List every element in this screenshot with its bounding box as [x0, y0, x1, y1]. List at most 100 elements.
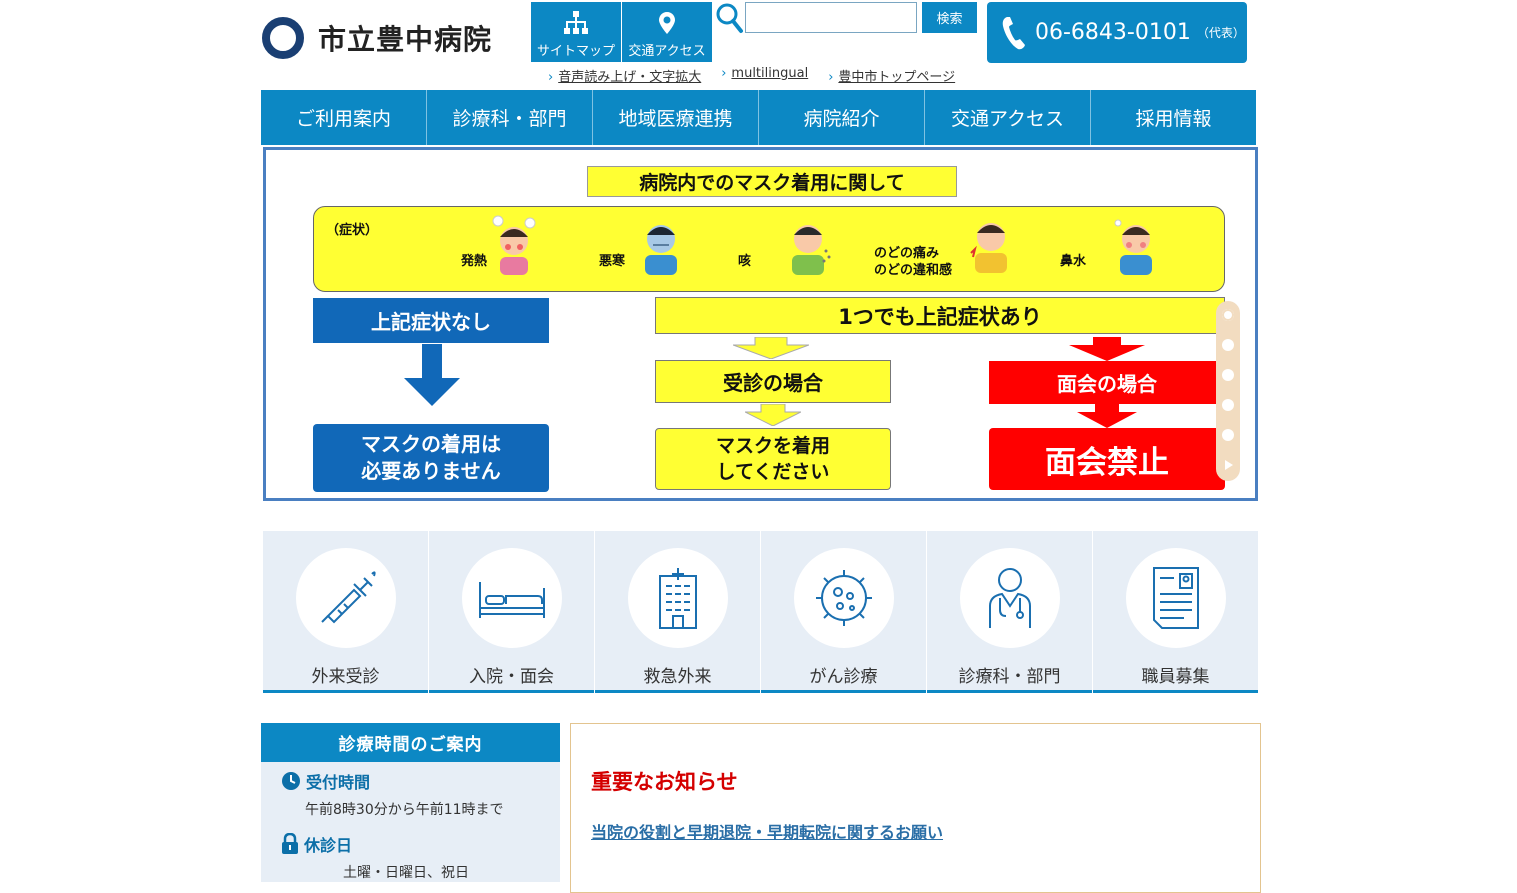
access-label: 交通アクセス [628, 44, 706, 59]
slider-dot-3[interactable] [1222, 369, 1234, 381]
symptoms-box: （症状） 発熱 悪寒 咳 のどの痛み のどの違和感 鼻水 [313, 206, 1225, 292]
arrow-down-icon [745, 404, 801, 426]
multilingual-link-label: multilingual [731, 66, 809, 81]
sitemap-icon [564, 11, 588, 34]
city-top-link[interactable]: › 豊中市トップページ [828, 66, 955, 86]
phone-icon [1002, 16, 1025, 49]
utility-links: › 音声読み上げ・文字拡大 › multilingual › 豊中市トップページ [548, 66, 975, 86]
runny-nose-person-icon [1114, 219, 1152, 275]
slider-dot-2[interactable] [1222, 339, 1234, 351]
no-mask-needed-line1: マスクの着用は [361, 432, 501, 456]
wear-mask-line2: してください [716, 461, 830, 483]
wear-mask-line1: マスクを着用 [715, 435, 830, 457]
tile-inpatient[interactable]: 入院・面会 [429, 531, 594, 693]
tile-outpatient[interactable]: 外来受診 [263, 531, 428, 693]
meeting-label: 面会の場合 [989, 361, 1225, 404]
nav-item-about[interactable]: 病院紹介 [759, 90, 925, 145]
tile-cancer-label: がん診療 [809, 667, 878, 687]
arrow-down-icon [733, 337, 809, 359]
has-symptom-label: 1つでも上記症状あり [655, 297, 1225, 334]
bed-icon [462, 548, 562, 648]
reception-value: 午前8時30分から午前11時まで [305, 802, 504, 818]
symptom-cough: 咳 [738, 254, 752, 269]
tile-recruit-label: 職員募集 [1141, 667, 1210, 687]
search-input[interactable] [745, 2, 917, 33]
symptom-throat-discomfort: のどの違和感 [874, 263, 953, 278]
symptom-fever: 発熱 [461, 254, 488, 269]
closed-row: 休診日 [281, 832, 352, 856]
throat-pain-person-icon [970, 223, 1007, 273]
map-pin-icon [659, 12, 675, 34]
quick-menu: 外来受診 入院・面会 救急外来 がん診療 診療科・部門 職員募集 [263, 531, 1258, 693]
tile-emergency[interactable]: 救急外来 [595, 531, 760, 693]
wear-mask-box: マスクを着用 してください [655, 428, 891, 490]
reception-row: 受付時間 [281, 769, 370, 793]
cell-icon [794, 548, 894, 648]
no-visitors-box: 面会禁止 [989, 428, 1225, 490]
tile-outpatient-label: 外来受診 [311, 667, 380, 687]
no-mask-needed-line2: 必要ありません [361, 459, 501, 483]
access-button[interactable]: 交通アクセス [622, 2, 712, 62]
tile-departments-label: 診療科・部門 [958, 667, 1061, 687]
search-icon [714, 2, 744, 34]
tile-inpatient-label: 入院・面会 [469, 667, 554, 687]
closed-label: 休診日 [304, 836, 353, 855]
important-notice: 重要なお知らせ 当院の役割と早期退院・早期転院に関するお願い [570, 723, 1261, 893]
read-aloud-link[interactable]: › 音声読み上げ・文字拡大 [548, 66, 701, 86]
main-nav: ご利用案内 診療科・部門 地域医療連携 病院紹介 交通アクセス 採用情報 [261, 90, 1256, 145]
no-symptom-label: 上記症状なし [313, 298, 549, 343]
cough-person-icon [792, 225, 831, 275]
nav-item-regional[interactable]: 地域医療連携 [593, 90, 759, 145]
slider-dot-5[interactable] [1222, 429, 1234, 441]
tile-cancer[interactable]: がん診療 [761, 531, 926, 693]
tile-recruit[interactable]: 職員募集 [1093, 531, 1258, 693]
chills-person-icon [645, 225, 677, 275]
closed-value: 土曜・日曜日、祝日 [343, 865, 469, 881]
phone-number: 06-6843-0101 [1035, 20, 1191, 45]
hospital-logo[interactable]: 市立豊中病院 [262, 16, 522, 60]
phone-box: 06-6843-0101 （代表） [987, 2, 1247, 63]
no-mask-needed-box: マスクの着用は 必要ありません [313, 424, 549, 492]
hours-heading: 診療時間のご案内 [261, 723, 560, 762]
logo-text: 市立豊中病院 [318, 23, 493, 56]
search-button[interactable]: 検索 [922, 2, 977, 33]
sitemap-button[interactable]: サイトマップ [531, 2, 621, 62]
nav-item-departments[interactable]: 診療科・部門 [427, 90, 593, 145]
consultation-hours: 診療時間のご案内 受付時間 午前8時30分から午前11時まで 休診日 土曜・日曜… [261, 723, 560, 882]
hospital-building-icon [628, 548, 728, 648]
reception-label: 受付時間 [306, 773, 371, 792]
visit-label: 受診の場合 [655, 360, 891, 403]
clock-icon [282, 772, 300, 790]
doctor-icon [960, 548, 1060, 648]
nav-item-access[interactable]: 交通アクセス [925, 90, 1091, 145]
symptoms-heading: （症状） [326, 223, 379, 238]
chevron-right-icon: › [548, 70, 554, 85]
city-top-link-label: 豊中市トップページ [838, 70, 956, 85]
symptom-sore-throat: のどの痛み [874, 246, 940, 261]
tile-emergency-label: 救急外来 [643, 667, 712, 687]
nav-item-recruit[interactable]: 採用情報 [1091, 90, 1256, 145]
multilingual-link[interactable]: › multilingual [721, 66, 808, 86]
notice-link[interactable]: 当院の役割と早期退院・早期転院に関するお願い [591, 819, 943, 843]
nav-item-guide[interactable]: ご利用案内 [261, 90, 427, 145]
resume-icon [1126, 548, 1226, 648]
phone-note: （代表） [1196, 26, 1245, 40]
sitemap-label: サイトマップ [536, 44, 615, 59]
play-icon[interactable] [1224, 459, 1234, 471]
read-aloud-link-label: 音声読み上げ・文字拡大 [558, 70, 702, 85]
lock-icon [282, 833, 298, 854]
mask-banner[interactable]: 病院内でのマスク着用に関して （症状） 発熱 悪寒 咳 のどの痛み のどの違和感 [263, 147, 1258, 501]
notice-title: 重要なお知らせ [591, 770, 738, 794]
arrow-down-red-icon [1077, 404, 1137, 428]
chevron-right-icon: › [828, 70, 834, 85]
arrow-down-icon [404, 344, 460, 406]
slider-dot-4[interactable] [1222, 399, 1234, 411]
tile-departments[interactable]: 診療科・部門 [927, 531, 1092, 693]
slider-dot-1[interactable] [1222, 309, 1234, 321]
syringe-icon [296, 548, 396, 648]
arrow-down-red-icon [1069, 337, 1145, 361]
chevron-right-icon: › [721, 66, 727, 81]
symptom-runny-nose: 鼻水 [1060, 254, 1087, 269]
symptom-chills: 悪寒 [599, 254, 626, 269]
slider-pager [1216, 301, 1240, 481]
